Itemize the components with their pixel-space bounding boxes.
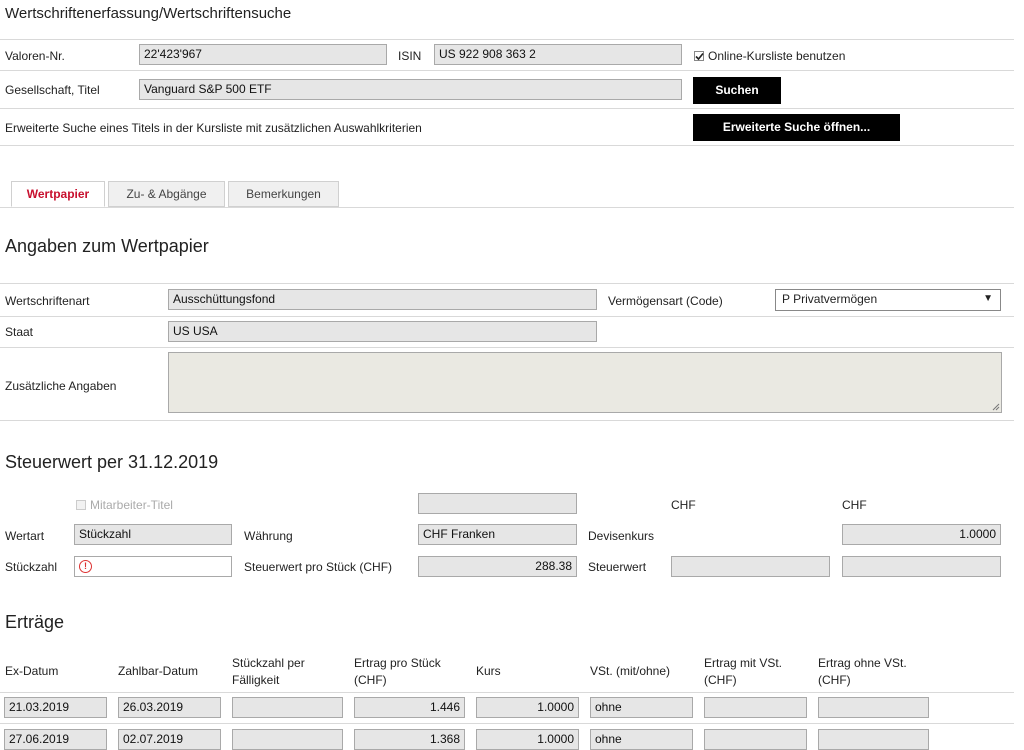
zusatz-label: Zusätzliche Angaben <box>5 379 117 393</box>
ertrag-ohne-vst-cell[interactable] <box>818 697 929 718</box>
stueckzahl-label: Stückzahl <box>5 560 58 574</box>
devisenkurs-label: Devisenkurs <box>588 529 655 543</box>
kurs-cell[interactable]: 1.0000 <box>476 729 579 750</box>
staat-label: Staat <box>5 325 34 339</box>
vermoegensart-value: P Privatvermögen <box>782 292 878 306</box>
isin-label: ISIN <box>398 49 422 63</box>
col-header-ertrag-mit-vst: Ertrag mit VSt. (CHF) <box>704 656 783 687</box>
divider <box>0 145 1014 146</box>
col-header-zahlbar-datum: Zahlbar-Datum <box>118 664 199 678</box>
col-header-vst: VSt. (mit/ohne) <box>590 664 671 678</box>
chf-header-2: CHF <box>842 498 867 512</box>
search-button[interactable]: Suchen <box>693 77 781 104</box>
waehrung-label: Währung <box>244 529 293 543</box>
resize-grip-icon[interactable] <box>991 402 1000 411</box>
col-header-ex-datum: Ex-Datum <box>5 664 59 678</box>
steuerwert-pro-stueck-label: Steuerwert pro Stück (CHF) <box>244 560 393 574</box>
divider <box>0 108 1014 109</box>
zusatz-textarea[interactable] <box>168 352 1002 413</box>
ertrag-mit-vst-cell[interactable] <box>704 729 807 750</box>
section-title-ertraege: Erträge <box>5 612 65 632</box>
stueckzahl-cell[interactable] <box>232 729 343 750</box>
gesellschaft-label: Gesellschaft, Titel <box>5 83 100 97</box>
ex-datum-cell[interactable]: 27.06.2019 <box>4 729 107 750</box>
gesellschaft-input[interactable]: Vanguard S&P 500 ETF <box>139 79 682 100</box>
dropdown-arrow-icon: ▼ <box>983 293 993 304</box>
divider <box>0 70 1014 71</box>
col-header-kurs: Kurs <box>476 664 501 678</box>
ertrag-cell[interactable]: 1.446 <box>354 697 465 718</box>
col-header-ertrag-pro-stueck: Ertrag pro Stück (CHF) <box>354 656 441 687</box>
mitarbeiter-titel-checkbox[interactable] <box>76 500 86 510</box>
online-kursliste-checkbox[interactable] <box>694 51 704 61</box>
stueckzahl-cell[interactable] <box>232 697 343 718</box>
divider <box>0 347 1014 348</box>
divider <box>0 723 1014 724</box>
zahlbar-datum-cell[interactable]: 02.07.2019 <box>118 729 221 750</box>
section-title-angaben: Angaben zum Wertpapier <box>5 236 209 256</box>
divider <box>0 39 1014 40</box>
chf-header-1: CHF <box>671 498 696 512</box>
ex-datum-cell[interactable]: 21.03.2019 <box>4 697 107 718</box>
isin-input[interactable]: US 922 908 363 2 <box>434 44 682 65</box>
wertschriftenart-field[interactable]: Ausschüttungsfond <box>168 289 597 310</box>
extended-search-label: Erweiterte Suche eines Titels in der Kur… <box>5 121 422 135</box>
wertart-label: Wertart <box>5 529 45 543</box>
waehrung-field[interactable]: CHF Franken <box>418 524 577 545</box>
ertrag-mit-vst-cell[interactable] <box>704 697 807 718</box>
kurs-cell[interactable]: 1.0000 <box>476 697 579 718</box>
vst-cell[interactable]: ohne <box>590 729 693 750</box>
steuerwert-label: Steuerwert <box>588 560 647 574</box>
vermoegensart-label: Vermögensart (Code) <box>608 294 723 308</box>
ertrag-cell[interactable]: 1.368 <box>354 729 465 750</box>
wertschriftenart-label: Wertschriftenart <box>5 294 90 308</box>
divider <box>0 316 1014 317</box>
col-header-stueckzahl: Stückzahl per Fälligkeit <box>232 656 305 687</box>
steuerwert-field-1[interactable] <box>671 556 830 577</box>
extended-search-button[interactable]: Erweiterte Suche öffnen... <box>693 114 900 141</box>
warning-icon: ! <box>79 560 92 573</box>
divider <box>0 283 1014 284</box>
mitarbeiter-titel-label: Mitarbeiter-Titel <box>90 498 173 512</box>
valoren-input[interactable]: 22'423'967 <box>139 44 387 65</box>
section-title-steuerwert: Steuerwert per 31.12.2019 <box>5 452 219 472</box>
divider <box>0 420 1014 421</box>
online-kursliste-label: Online-Kursliste benutzen <box>708 49 846 63</box>
valoren-label: Valoren-Nr. <box>5 49 65 63</box>
devisenkurs-field[interactable]: 1.0000 <box>842 524 1001 545</box>
wertart-field[interactable]: Stückzahl <box>74 524 232 545</box>
zahlbar-datum-cell[interactable]: 26.03.2019 <box>118 697 221 718</box>
steuerwert-pro-stueck-field[interactable]: 288.38 <box>418 556 577 577</box>
page-title: Wertschriftenerfassung/Wertschriftensuch… <box>5 5 292 22</box>
checkmark-icon <box>695 52 704 61</box>
tab-baseline <box>0 207 1014 208</box>
vst-cell[interactable]: ohne <box>590 697 693 718</box>
tab-bemerkungen[interactable]: Bemerkungen <box>228 181 339 207</box>
col-header-ertrag-ohne-vst: Ertrag ohne VSt. (CHF) <box>818 656 907 687</box>
vermoegensart-select[interactable]: P Privatvermögen ▼ <box>775 289 1001 311</box>
tab-zu-abgaenge[interactable]: Zu- & Abgänge <box>108 181 225 207</box>
ertrag-ohne-vst-cell[interactable] <box>818 729 929 750</box>
tab-wertpapier[interactable]: Wertpapier <box>11 181 105 207</box>
stueckzahl-input[interactable]: ! <box>74 556 232 577</box>
steuerwert-blank-field <box>418 493 577 514</box>
divider <box>0 692 1014 693</box>
steuerwert-field-2[interactable] <box>842 556 1001 577</box>
staat-field[interactable]: US USA <box>168 321 597 342</box>
